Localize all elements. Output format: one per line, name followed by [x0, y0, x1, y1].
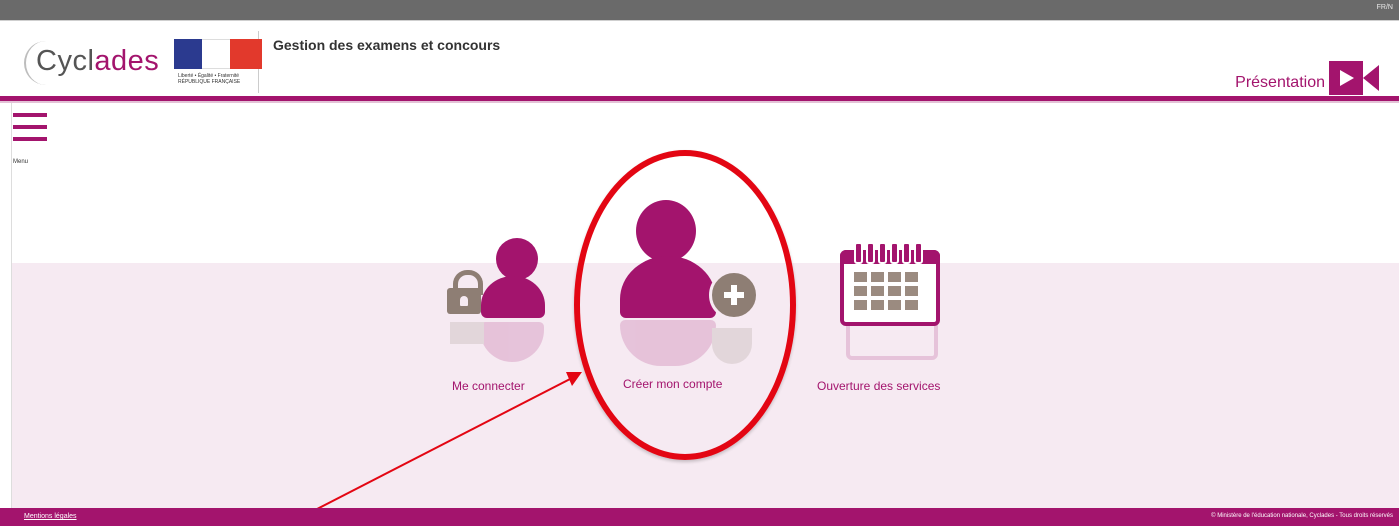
legal-notice-link[interactable]: Mentions légales: [24, 513, 77, 520]
copyright-text: © Ministère de l'éducation nationale, Cy…: [1211, 513, 1393, 519]
footer: Mentions légales © Ministère de l'éducat…: [0, 508, 1399, 526]
annotation-arrow: [283, 372, 582, 526]
